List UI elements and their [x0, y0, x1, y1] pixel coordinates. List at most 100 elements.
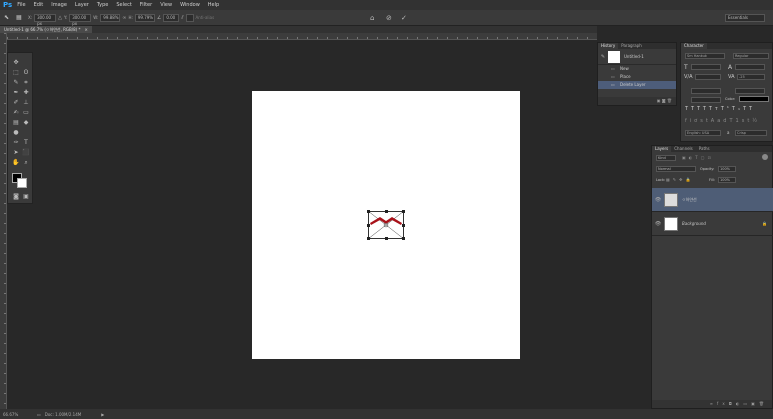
- commit-transform-icon[interactable]: ✓: [401, 14, 407, 22]
- fill-input[interactable]: 100%: [718, 177, 736, 183]
- doc-info-icon[interactable]: ▭: [37, 412, 41, 417]
- language-select[interactable]: English: USA: [685, 130, 721, 136]
- superscript-button[interactable]: T¹: [721, 106, 732, 112]
- horizontal-ruler[interactable]: [7, 33, 597, 40]
- menu-help[interactable]: Help: [208, 2, 219, 8]
- quick-select-tool-icon[interactable]: ✎: [12, 79, 20, 87]
- small-caps-button[interactable]: Tт: [709, 106, 721, 112]
- brush-source-icon[interactable]: ✎: [598, 54, 608, 60]
- transform-bounding-box[interactable]: [367, 210, 405, 240]
- antialias-select[interactable]: Crisp: [735, 130, 767, 136]
- lock-all-icon[interactable]: 🔒: [686, 177, 694, 182]
- history-item-new[interactable]: ▭ New: [598, 65, 676, 73]
- transform-handle-tr[interactable]: [402, 210, 405, 213]
- x-input[interactable]: 300.00 px: [34, 13, 57, 26]
- path-select-tool-icon[interactable]: ➤: [12, 149, 20, 157]
- background-color-swatch[interactable]: [17, 178, 27, 188]
- tab-channels[interactable]: Channels: [671, 146, 696, 152]
- layer-row[interactable]: 👁 Background 🔒: [652, 212, 773, 236]
- transform-handle-mr[interactable]: [402, 224, 405, 227]
- text-color-swatch[interactable]: [739, 96, 769, 102]
- layer-style-icon[interactable]: fx: [717, 401, 729, 406]
- zoom-level[interactable]: 66.67%: [3, 412, 33, 417]
- menu-view[interactable]: View: [160, 2, 172, 8]
- w-input[interactable]: 99.88%: [100, 13, 121, 22]
- blend-mode-select[interactable]: Normal: [656, 166, 696, 172]
- kerning-input[interactable]: [695, 74, 721, 80]
- lasso-tool-icon[interactable]: ʘ: [22, 69, 30, 77]
- lock-transparent-icon[interactable]: ▦: [666, 177, 673, 182]
- antialias-checkbox[interactable]: Anti-alias: [196, 15, 215, 20]
- new-layer-icon[interactable]: ▣: [751, 401, 759, 406]
- menu-type[interactable]: Type: [97, 2, 108, 8]
- menu-image[interactable]: Image: [51, 2, 67, 8]
- layer-filter-select[interactable]: Kind: [656, 155, 676, 161]
- healing-tool-icon[interactable]: ✚: [22, 89, 30, 97]
- transform-handle-tl[interactable]: [367, 210, 370, 213]
- menu-select[interactable]: Select: [116, 2, 131, 8]
- tab-paths[interactable]: Paths: [696, 146, 713, 152]
- fractions-button[interactable]: 1st: [736, 118, 753, 124]
- pen-tool-icon[interactable]: ✑: [12, 139, 20, 147]
- trash-icon[interactable]: 🗑: [667, 98, 672, 103]
- ligatures-button[interactable]: fi: [685, 118, 694, 124]
- warp-icon[interactable]: ⌂: [370, 14, 374, 22]
- brush-tool-icon[interactable]: ✐: [12, 99, 20, 107]
- transform-handle-bc[interactable]: [385, 237, 388, 240]
- move-tool-icon[interactable]: ✥: [12, 59, 20, 67]
- all-caps-button[interactable]: TT: [697, 106, 709, 112]
- horizontal-scale-input[interactable]: [735, 88, 765, 94]
- filter-toggle-icon[interactable]: [762, 154, 768, 160]
- quick-mask-icon[interactable]: ◙: [12, 193, 20, 201]
- history-brush-tool-icon[interactable]: ✍: [12, 109, 20, 117]
- subscript-button[interactable]: T₁: [732, 106, 743, 112]
- tracking-input[interactable]: -25: [737, 74, 765, 80]
- type-tool-icon[interactable]: T: [22, 139, 30, 147]
- delete-layer-icon[interactable]: 🗑: [759, 401, 768, 406]
- history-item-place[interactable]: ▭ Place: [598, 73, 676, 81]
- cancel-transform-icon[interactable]: ⊘: [386, 14, 392, 22]
- close-icon[interactable]: ×: [85, 26, 88, 33]
- marquee-tool-icon[interactable]: ⬚: [12, 69, 20, 77]
- new-group-icon[interactable]: ▭: [743, 401, 751, 406]
- transform-handle-bl[interactable]: [367, 237, 370, 240]
- strikethrough-button[interactable]: T: [749, 106, 755, 112]
- crop-tool-icon[interactable]: ⌗: [22, 79, 30, 87]
- tab-history[interactable]: History: [598, 43, 619, 49]
- visibility-eye-icon[interactable]: 👁: [652, 197, 664, 203]
- tool-preset-icon[interactable]: ⬉: [4, 14, 16, 21]
- smart-filter-icon[interactable]: ⊡: [708, 155, 714, 160]
- skew-input[interactable]: [185, 13, 194, 22]
- vertical-ruler[interactable]: [0, 33, 7, 409]
- tab-layers[interactable]: Layers: [652, 146, 672, 152]
- h-input[interactable]: 99.79%: [134, 13, 155, 22]
- vertical-scale-input[interactable]: [691, 88, 721, 94]
- shape-tool-icon[interactable]: ⬛: [22, 149, 30, 157]
- transform-handle-tc[interactable]: [385, 210, 388, 213]
- link-layers-icon[interactable]: ∞: [710, 401, 717, 406]
- layer-row[interactable]: 👁 ㅇ하얀선: [652, 188, 773, 212]
- add-mask-icon[interactable]: ◘: [729, 401, 736, 406]
- y-input[interactable]: 300.00 px: [69, 13, 92, 26]
- font-family-select[interactable]: Sm Hankuk: [685, 53, 725, 59]
- eraser-tool-icon[interactable]: ▭: [22, 109, 30, 117]
- menu-layer[interactable]: Layer: [75, 2, 89, 8]
- eyedropper-tool-icon[interactable]: ✒: [12, 89, 20, 97]
- zoom-tool-icon[interactable]: ⌕: [22, 159, 30, 167]
- history-item-delete-layer[interactable]: ▭ Delete Layer: [598, 81, 676, 89]
- dodge-tool-icon[interactable]: ●: [12, 129, 20, 137]
- camera-icon[interactable]: ◙: [662, 98, 666, 103]
- half-button[interactable]: ½: [752, 118, 760, 124]
- reference-point-icon[interactable]: ▦: [16, 14, 26, 21]
- menu-file[interactable]: File: [17, 2, 25, 8]
- titling-button[interactable]: ad: [717, 118, 729, 124]
- transform-handle-br[interactable]: [402, 237, 405, 240]
- swash-button[interactable]: st: [700, 118, 711, 124]
- transform-handle-ml[interactable]: [367, 224, 370, 227]
- opacity-input[interactable]: 100%: [718, 166, 736, 172]
- blur-tool-icon[interactable]: ◆: [22, 119, 30, 127]
- history-snapshot[interactable]: ✎ Untitled-1: [598, 49, 676, 65]
- tab-character[interactable]: Character: [681, 43, 707, 49]
- screen-mode-icon[interactable]: ▣: [22, 193, 30, 201]
- leading-input[interactable]: [735, 64, 765, 70]
